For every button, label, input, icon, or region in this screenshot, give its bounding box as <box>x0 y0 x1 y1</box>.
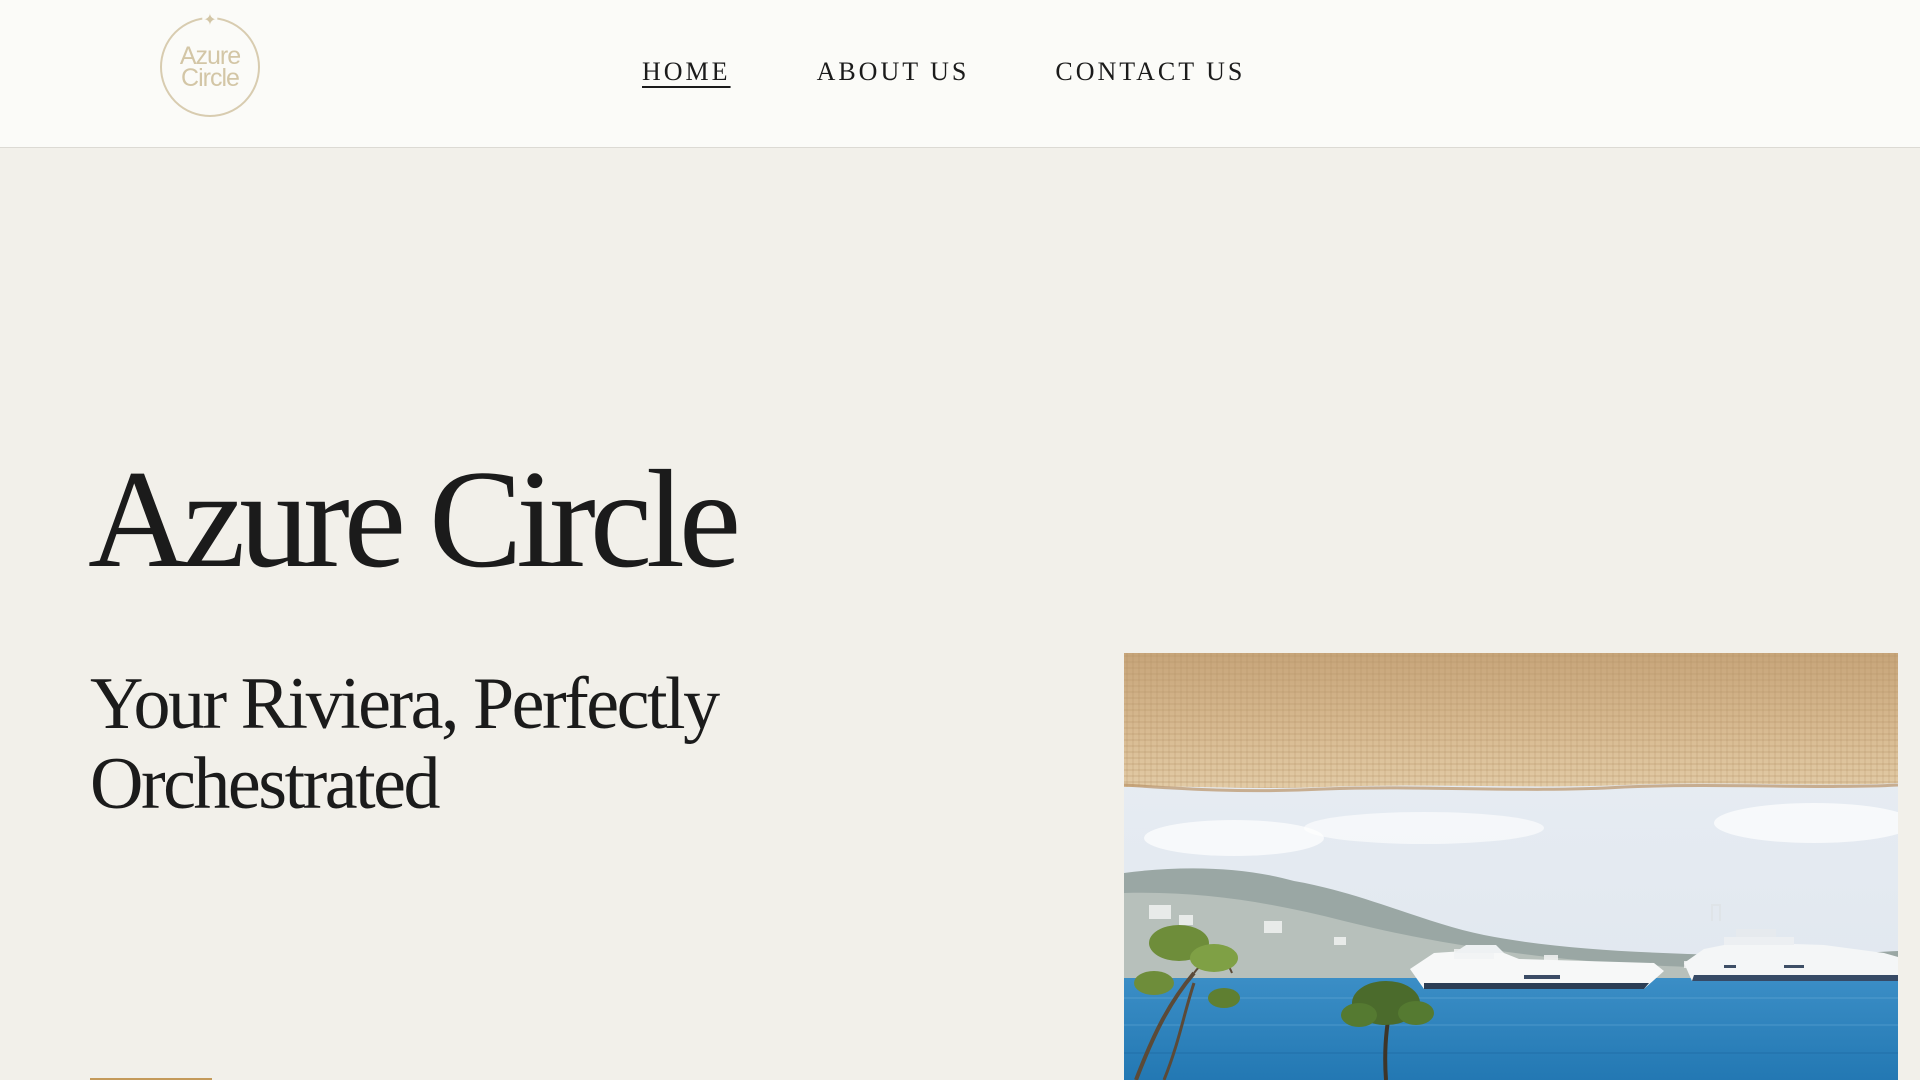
main-nav: HOME ABOUT US CONTACT US <box>642 56 1245 88</box>
site-header: ✦ Azure Circle HOME ABOUT US CONTACT US <box>0 0 1920 148</box>
logo-text: Azure Circle <box>179 42 241 92</box>
hero-title: Azure Circle <box>88 442 741 597</box>
hero-subtitle: Your Riviera, Perfectly Orchestrated <box>90 663 720 825</box>
nav-link-contact-us[interactable]: CONTACT US <box>1055 56 1245 88</box>
nav-link-home[interactable]: HOME <box>642 56 731 88</box>
logo[interactable]: ✦ Azure Circle <box>160 12 260 117</box>
sparkle-icon: ✦ <box>202 10 218 29</box>
riviera-photo-illustration <box>1124 653 1898 1080</box>
hero-photo <box>1124 653 1898 1080</box>
nav-link-about-us[interactable]: ABOUT US <box>817 56 970 88</box>
